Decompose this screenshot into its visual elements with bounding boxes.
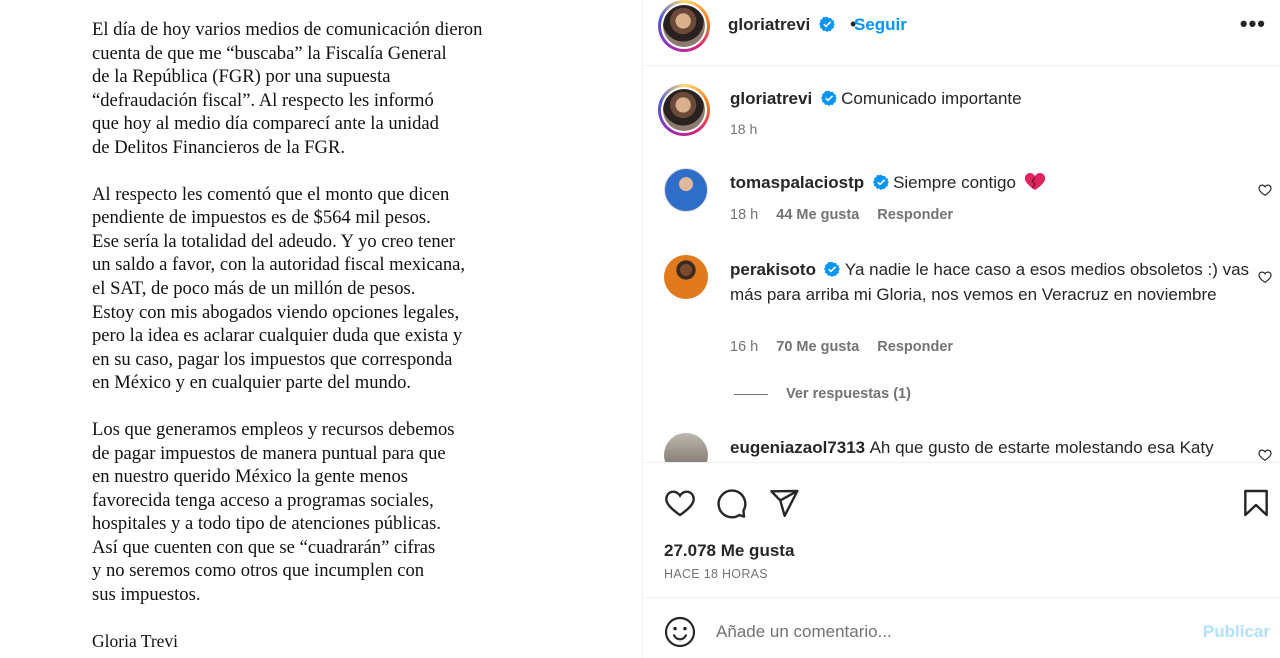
comment-time[interactable]: 18 h [730, 207, 758, 223]
comment-meta: 18 h 44 Me gusta Responder [730, 207, 967, 223]
caption-time[interactable]: 18 h [730, 121, 757, 137]
commenter-avatar[interactable] [664, 255, 708, 299]
post-panel: gloriatrevi • Seguir ••• gloriatrevi Com… [644, 0, 1280, 658]
caption-username[interactable]: gloriatrevi [730, 89, 812, 108]
letter-paragraph-3: Los que generamos empleos y recursos deb… [92, 418, 455, 606]
likes-count[interactable]: 27.078 Me gusta [664, 541, 794, 561]
comments-list[interactable]: gloriatrevi Comunicado importante 18 h t… [644, 66, 1280, 462]
verified-badge-icon [820, 90, 837, 106]
caption-text: Comunicado importante [841, 89, 1022, 108]
author-username[interactable]: gloriatrevi [728, 15, 810, 34]
comment-text: Siempre contigo [893, 173, 1016, 192]
more-options-icon[interactable]: ••• [1240, 11, 1266, 37]
comment-meta: 16 h 70 Me gusta Responder [730, 339, 967, 355]
comment-username[interactable]: eugeniazaol7313 [730, 438, 865, 457]
red-heart-emoji-icon [1025, 173, 1046, 191]
share-icon[interactable] [768, 487, 800, 519]
view-replies-button[interactable]: Ver respuestas (1) [734, 386, 911, 402]
comment-like-heart-icon[interactable] [1258, 448, 1272, 462]
commenter-avatar[interactable] [664, 433, 708, 462]
emoji-icon[interactable] [664, 616, 696, 648]
bookmark-icon[interactable] [1240, 487, 1272, 519]
verified-badge-icon [818, 16, 835, 32]
comment-input[interactable] [716, 616, 1176, 648]
letter-text: El día de hoy varios medios de comunicac… [92, 18, 612, 653]
replies-divider [734, 393, 768, 395]
caption-avatar[interactable] [658, 84, 710, 136]
follow-button[interactable]: Seguir [854, 15, 907, 35]
comment-like-heart-icon[interactable] [1258, 270, 1272, 284]
comment-like-heart-icon[interactable] [1258, 183, 1272, 197]
author-avatar[interactable] [658, 0, 710, 52]
post-caption: gloriatrevi Comunicado importante 18 h [644, 84, 1280, 164]
letter-paragraph-1: El día de hoy varios medios de comunicac… [92, 19, 483, 158]
verified-badge-icon [872, 174, 889, 190]
commenter-avatar[interactable] [664, 168, 708, 212]
comment-item: perakisoto Ya nadie le hace caso a esos … [644, 255, 1280, 365]
letter-signature: Gloria Trevi [92, 630, 179, 651]
author-username-link[interactable]: gloriatrevi [728, 15, 835, 35]
reply-button[interactable]: Responder [877, 207, 953, 223]
post-timestamp[interactable]: HACE 18 HORAS [664, 567, 768, 581]
reply-button[interactable]: Responder [877, 339, 953, 355]
publish-button[interactable]: Publicar [1203, 622, 1270, 642]
letter-paragraph-2: Al respecto les comentó que el monto que… [92, 183, 466, 394]
comment-time[interactable]: 16 h [730, 339, 758, 355]
comment-icon[interactable] [716, 487, 748, 519]
verified-badge-icon [824, 261, 841, 277]
comment-username[interactable]: perakisoto [730, 260, 816, 279]
add-comment-bar: Publicar [644, 598, 1280, 658]
post-header: gloriatrevi • Seguir ••• [644, 0, 1280, 66]
comment-likes[interactable]: 70 Me gusta [776, 339, 859, 355]
heart-icon[interactable] [664, 487, 696, 519]
post-image: El día de hoy varios medios de comunicac… [0, 0, 643, 658]
comment-username[interactable]: tomaspalaciostp [730, 173, 864, 192]
comment-item: tomaspalaciostp Siempre contigo 18 h 44 … [644, 168, 1280, 238]
comment-item: eugeniazaol7313 Ah que gusto de estarte … [644, 433, 1280, 462]
view-replies-label[interactable]: Ver respuestas (1) [786, 386, 911, 402]
post-actions: 27.078 Me gusta HACE 18 HORAS [644, 462, 1280, 598]
comment-likes[interactable]: 44 Me gusta [776, 207, 859, 223]
comment-text: Ah que gusto de estarte molestando esa K… [869, 438, 1214, 457]
